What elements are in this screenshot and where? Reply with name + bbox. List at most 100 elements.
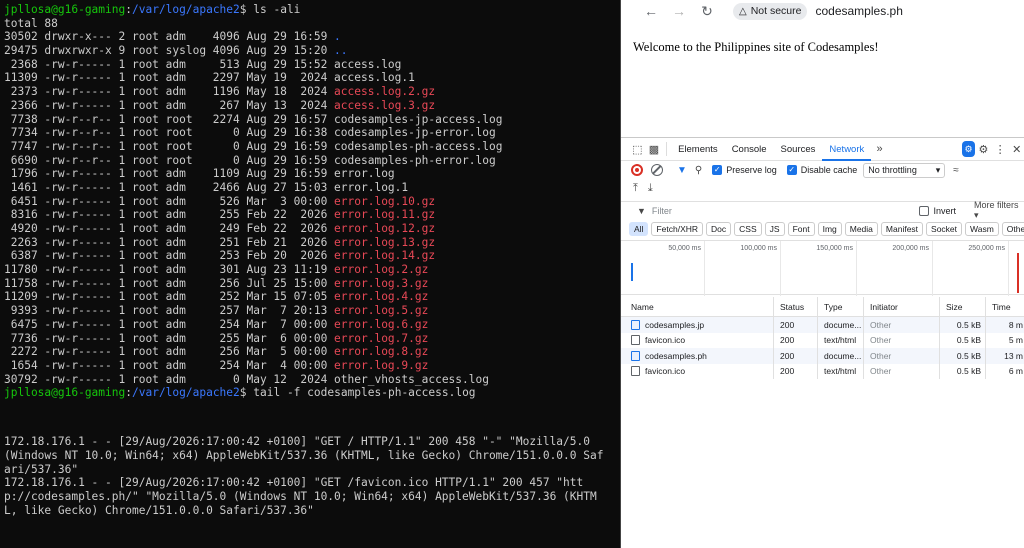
listing-meta: 11758 -rw-r----- 1 root adm 256 Jul 25 1… [4, 276, 335, 290]
arrow-left-icon[interactable]: ← [637, 3, 665, 19]
terminal-window[interactable]: jpllosa@g16-gaming:/var/log/apache2$ ls … [0, 0, 620, 548]
device-toggle-icon[interactable]: ▩ [646, 143, 663, 156]
listing-row: 2373 -rw-r----- 1 root adm 1196 May 18 2… [4, 85, 620, 99]
close-icon[interactable]: ✕ [1008, 143, 1024, 156]
cell-text: 6 m [1008, 366, 1023, 377]
type-filter-media[interactable]: Media [844, 222, 878, 236]
cell-initiator: Other [864, 332, 940, 348]
type-filter-other[interactable]: Other [1001, 222, 1024, 236]
cell-initiator: Other [864, 348, 940, 364]
type-filter-socket[interactable]: Socket [926, 222, 963, 236]
listing-row: 30502 drwxr-x--- 2 root adm 4096 Aug 29 … [4, 30, 620, 44]
invert-checkbox[interactable]: Invert [919, 205, 956, 216]
listing-row: 7747 -rw-r--r-- 1 root root 0 Aug 29 16:… [4, 140, 620, 154]
type-filter-wasm[interactable]: Wasm [965, 222, 999, 236]
address-bar[interactable]: △ Not secure codesamples.ph [733, 2, 903, 20]
listing-filename: other_vhosts_access.log [334, 372, 489, 386]
type-filter-fetchxhr[interactable]: Fetch/XHR [651, 222, 704, 236]
listing-meta: 30502 drwxr-x--- 2 root adm 4096 Aug 29 … [4, 30, 335, 44]
cell-initiator: Other [864, 317, 940, 333]
search-icon[interactable]: ⚲ [695, 165, 702, 176]
listing-meta: 1654 -rw-r----- 1 root adm 254 Mar 4 00:… [4, 358, 335, 372]
record-icon[interactable] [631, 164, 643, 176]
table-row[interactable]: codesamples.jp 200 docume... Other 0.5 kB 8 m [621, 317, 1024, 333]
col-initiator[interactable]: Initiator [864, 297, 940, 316]
download-icon[interactable]: ⤓ [648, 182, 653, 195]
listing-filename: codesamples-jp-error.log [334, 126, 496, 140]
issues-badge-icon[interactable]: ⚙ [961, 141, 976, 157]
cell-text: docume... [824, 319, 862, 330]
listing-row: 9393 -rw-r----- 1 root adm 257 Mar 7 20:… [4, 304, 620, 318]
listing-row: 29475 drwxrwxr-x 9 root syslog 4096 Aug … [4, 44, 620, 58]
arrow-right-icon[interactable]: → [665, 3, 693, 19]
col-time[interactable]: Time [986, 297, 1024, 316]
listing-meta: 6690 -rw-r--r-- 1 root root 0 Aug 29 16:… [4, 153, 335, 167]
listing-filename: error.log.4.gz [334, 290, 429, 304]
listing-row: 7738 -rw-r--r-- 1 root root 2274 Aug 29 … [4, 113, 620, 127]
table-row[interactable]: favicon.ico 200 text/html Other 0.5 kB 6 m [621, 363, 1024, 379]
cell-name: favicon.ico [621, 332, 774, 348]
throttling-select[interactable]: No throttling ▾ [863, 162, 946, 178]
cell-text: 8 m [1008, 319, 1023, 330]
security-label: Not secure [750, 5, 802, 17]
more-tabs-icon[interactable]: » [871, 143, 888, 155]
network-timeline[interactable]: 50,000 ms 100,000 ms 150,000 ms 200,000 … [621, 240, 1024, 296]
col-size[interactable]: Size [940, 297, 986, 316]
disable-cache-checkbox[interactable]: ✓ Disable cache [786, 165, 857, 175]
listing-filename: . [334, 30, 341, 44]
cell-text: Other [870, 350, 892, 361]
col-status[interactable]: Status [774, 297, 818, 316]
type-filter-img[interactable]: Img [817, 222, 842, 236]
browser-window: ← → ↻ △ Not secure codesamples.ph Welcome… [620, 0, 1024, 548]
listing-filename: error.log.6.gz [334, 317, 429, 331]
listing-row: 6387 -rw-r----- 1 root adm 253 Feb 20 20… [4, 249, 620, 263]
listing-row: 1461 -rw-r----- 1 root adm 2466 Aug 27 1… [4, 181, 620, 195]
more-filters-button[interactable]: More filters ▾ [974, 200, 1024, 221]
listing-meta: 1796 -rw-r----- 1 root adm 1109 Aug 29 1… [4, 167, 335, 181]
type-filter-font[interactable]: Font [787, 222, 815, 236]
url-text[interactable]: codesamples.ph [815, 4, 902, 18]
listing-meta: 11309 -rw-r----- 1 root adm 2297 May 19 … [4, 71, 335, 85]
listing-filename: error.log.13.gz [334, 235, 436, 249]
chevron-down-icon: ▾ [935, 164, 941, 175]
tab-sources[interactable]: Sources [774, 138, 823, 161]
reload-icon[interactable]: ↻ [693, 3, 721, 20]
timeline-tick: 150,000 ms [816, 245, 853, 252]
table-header: Name Status Type Initiator Size Time [621, 297, 1024, 317]
cell-time: 5 m [986, 333, 1024, 349]
cell-text: 200 [780, 366, 795, 377]
type-filter-js[interactable]: JS [764, 222, 785, 236]
table-row[interactable]: favicon.ico 200 text/html Other 0.5 kB 5 m [621, 332, 1024, 349]
clear-icon[interactable] [651, 164, 663, 176]
page-content: Welcome to the Philippines site of Codes… [621, 22, 1024, 137]
filter-input[interactable]: Filter [652, 206, 910, 216]
directory-listing: 30502 drwxr-x--- 2 root adm 4096 Aug 29 … [4, 30, 620, 386]
security-chip[interactable]: △ Not secure [733, 2, 808, 20]
cell-size: 0.5 kB [940, 363, 986, 379]
listing-filename: codesamples-ph-access.log [334, 139, 503, 153]
upload-icon[interactable]: ⤒ [633, 182, 638, 195]
col-name[interactable]: Name [621, 297, 774, 316]
type-filter-all[interactable]: All [629, 222, 649, 236]
type-filter-doc[interactable]: Doc [706, 222, 732, 236]
col-type[interactable]: Type [818, 297, 864, 316]
cell-type: docume... [818, 348, 864, 364]
cell-text: docume... [824, 350, 862, 361]
filter-row: ▼ Filter Invert More filters ▾ [621, 200, 1024, 221]
prompt-line: jpllosa@g16-gaming:/var/log/apache2$ ls … [4, 3, 301, 16]
filter-icon[interactable]: ▼ [677, 165, 687, 176]
type-filter-manifest[interactable]: Manifest [880, 222, 924, 236]
preserve-log-checkbox[interactable]: ✓ Preserve log [712, 165, 777, 175]
listing-meta: 4920 -rw-r----- 1 root adm 249 Feb 22 20… [4, 222, 335, 235]
tab-console[interactable]: Console [725, 138, 774, 161]
tab-elements[interactable]: Elements [671, 138, 725, 161]
type-filter-css[interactable]: CSS [734, 222, 762, 236]
listing-filename: .. [334, 44, 348, 58]
tab-network[interactable]: Network [822, 138, 872, 161]
more-options-icon[interactable]: ⋮ [992, 143, 1009, 156]
settings-icon[interactable]: ⚙ [975, 143, 992, 156]
inspect-icon[interactable]: ⬚ [629, 143, 646, 156]
network-conditions-icon[interactable]: ≈ [953, 165, 959, 176]
listing-meta: 11780 -rw-r----- 1 root adm 301 Aug 23 1… [4, 263, 335, 277]
table-row[interactable]: codesamples.ph 200 docume... Other 0.5 kB 13 … [621, 348, 1024, 364]
